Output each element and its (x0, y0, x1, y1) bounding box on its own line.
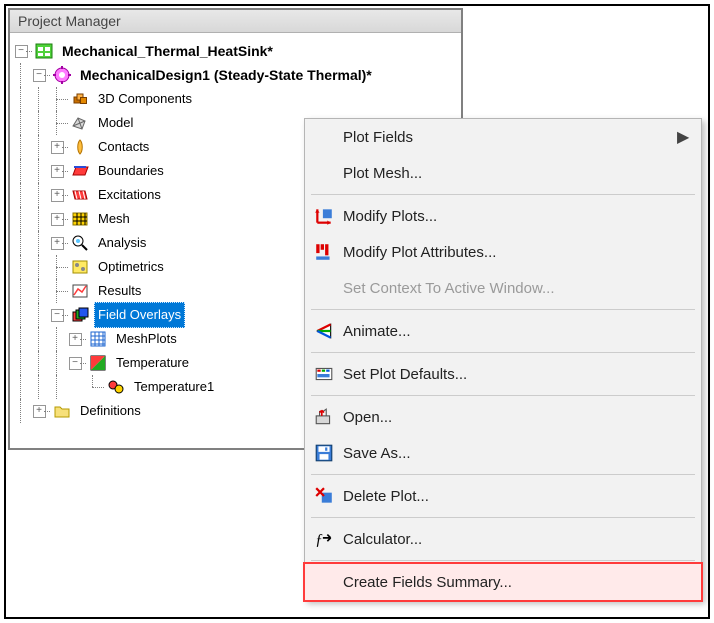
menu-label: Plot Fields (343, 129, 677, 146)
expander-icon[interactable]: + (51, 165, 64, 178)
menu-item-animate[interactable]: Animate... (305, 313, 701, 349)
project-icon (34, 42, 54, 60)
excitations-icon (70, 186, 90, 204)
tree-node-root[interactable]: − Mechanical_Thermal_HeatSink* (12, 39, 457, 63)
expander-icon[interactable]: − (33, 69, 46, 82)
model-icon (70, 114, 90, 132)
context-menu: Plot Fields ▶ Plot Mesh... Modify Plots.… (304, 118, 702, 601)
expander-icon[interactable]: + (51, 141, 64, 154)
calculator-icon: ƒ (305, 529, 343, 549)
tree-label: MeshPlots (112, 326, 181, 352)
tree-label: Model (94, 110, 137, 136)
menu-item-plot-fields[interactable]: Plot Fields ▶ (305, 119, 701, 155)
temperature-item-icon (106, 378, 126, 396)
menu-item-set-context: Set Context To Active Window... (305, 270, 701, 306)
menu-separator (311, 560, 695, 561)
delete-plot-icon (305, 486, 343, 506)
menu-label: Delete Plot... (343, 488, 677, 505)
meshplots-icon (88, 330, 108, 348)
menu-label: Set Context To Active Window... (343, 280, 677, 297)
design-gear-icon (52, 66, 72, 84)
folder-icon (52, 402, 72, 420)
menu-separator (311, 194, 695, 195)
menu-item-set-plot-defaults[interactable]: Set Plot Defaults... (305, 356, 701, 392)
expander-icon[interactable]: + (51, 237, 64, 250)
tree-label: Definitions (76, 398, 145, 424)
tree-label: Contacts (94, 134, 153, 160)
tree-label: 3D Components (94, 86, 196, 112)
tree-node-design[interactable]: − MechanicalDesign1 (Steady-State Therma… (12, 63, 457, 87)
submenu-arrow-icon: ▶ (677, 127, 701, 147)
menu-separator (311, 474, 695, 475)
tree-label: Excitations (94, 182, 165, 208)
expander-icon[interactable]: − (69, 357, 82, 370)
modify-attributes-icon (305, 242, 343, 262)
menu-label: Modify Plot Attributes... (343, 244, 677, 261)
tree-node-3dcomponents[interactable]: 3D Components (12, 87, 457, 111)
menu-item-create-fields-summary[interactable]: Create Fields Summary... (305, 564, 701, 600)
menu-separator (311, 395, 695, 396)
tree-label: Boundaries (94, 158, 168, 184)
menu-label: Set Plot Defaults... (343, 366, 677, 383)
analysis-icon (70, 234, 90, 252)
tree-label: Mesh (94, 206, 134, 232)
contacts-icon (70, 138, 90, 156)
modify-plots-icon (305, 206, 343, 226)
menu-separator (311, 309, 695, 310)
components-icon (70, 90, 90, 108)
animate-icon (305, 321, 343, 341)
menu-label: Plot Mesh... (343, 165, 677, 182)
optimetrics-icon (70, 258, 90, 276)
expander-icon[interactable]: + (51, 213, 64, 226)
menu-item-open[interactable]: Open... (305, 399, 701, 435)
menu-label: Open... (343, 409, 677, 426)
menu-item-modify-plots[interactable]: Modify Plots... (305, 198, 701, 234)
expander-icon[interactable]: − (15, 45, 28, 58)
menu-label: Modify Plots... (343, 208, 677, 225)
results-icon (70, 282, 90, 300)
tree-label: MechanicalDesign1 (Steady-State Thermal)… (76, 62, 376, 88)
tree-label-selected: Field Overlays (94, 302, 185, 328)
expander-icon[interactable]: + (69, 333, 82, 346)
tree-label: Temperature (112, 350, 193, 376)
temperature-icon (88, 354, 108, 372)
field-overlays-icon (70, 306, 90, 324)
tree-label: Temperature1 (130, 374, 218, 400)
tree-label: Analysis (94, 230, 150, 256)
menu-label: Save As... (343, 445, 677, 462)
menu-item-plot-mesh[interactable]: Plot Mesh... (305, 155, 701, 191)
boundaries-icon (70, 162, 90, 180)
tree-label: Results (94, 278, 145, 304)
menu-item-delete-plot[interactable]: Delete Plot... (305, 478, 701, 514)
menu-label: Animate... (343, 323, 677, 340)
open-icon (305, 407, 343, 427)
svg-text:ƒ: ƒ (315, 532, 323, 549)
expander-icon[interactable]: + (33, 405, 46, 418)
mesh-icon (70, 210, 90, 228)
expander-icon[interactable]: − (51, 309, 64, 322)
tree-label: Optimetrics (94, 254, 168, 280)
menu-item-modify-plot-attributes[interactable]: Modify Plot Attributes... (305, 234, 701, 270)
menu-label: Create Fields Summary... (343, 574, 677, 591)
menu-label: Calculator... (343, 531, 677, 548)
menu-separator (311, 517, 695, 518)
menu-item-calculator[interactable]: ƒ Calculator... (305, 521, 701, 557)
plot-defaults-icon (305, 364, 343, 384)
save-as-icon (305, 443, 343, 463)
menu-separator (311, 352, 695, 353)
menu-item-save-as[interactable]: Save As... (305, 435, 701, 471)
expander-icon[interactable]: + (51, 189, 64, 202)
tree-label: Mechanical_Thermal_HeatSink* (58, 38, 277, 64)
panel-title: Project Manager (10, 10, 461, 33)
